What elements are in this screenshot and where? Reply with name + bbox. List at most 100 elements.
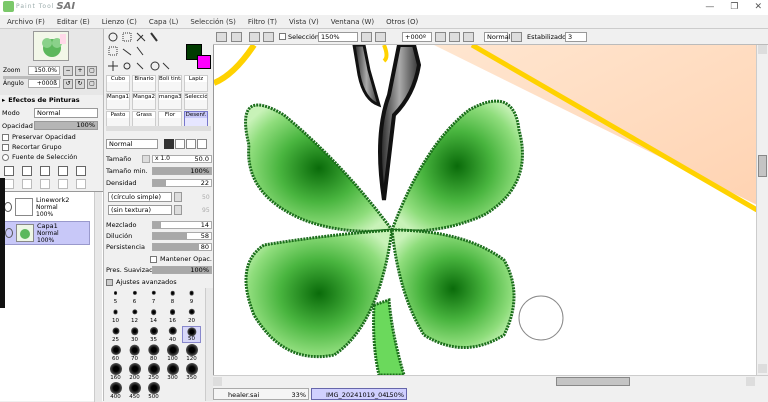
rotate-right-button[interactable]: ↻: [75, 79, 85, 89]
brush-size-preset[interactable]: 7: [144, 288, 163, 305]
clip-group-row[interactable]: Recortar Grupo: [2, 143, 62, 151]
invert-selection-button[interactable]: [263, 32, 274, 42]
undo-button[interactable]: [216, 32, 227, 42]
menu-seleccion[interactable]: Selección (S): [190, 18, 236, 26]
zoom-in-button[interactable]: +: [75, 66, 85, 76]
menu-ventana[interactable]: Ventana (W): [331, 18, 374, 26]
brush-size-preset[interactable]: 30: [125, 326, 144, 343]
document-tab-active[interactable]: IMG_20241019_04... 150%: [311, 388, 407, 400]
brush-presets-scrollbar[interactable]: [205, 288, 213, 401]
menu-vista[interactable]: Vista (V): [289, 18, 319, 26]
tool-grid-scrollbar[interactable]: [106, 126, 211, 131]
min-size-slider[interactable]: 100%: [152, 167, 212, 175]
canvas-vertical-scrollbar[interactable]: [756, 45, 768, 375]
menu-filtro[interactable]: Filtro (T): [248, 18, 277, 26]
flip-horizontal-button[interactable]: [463, 32, 474, 42]
tool-cubo[interactable]: Cubo: [106, 75, 130, 92]
layer-list-scrollbar[interactable]: [94, 192, 102, 402]
selection-source-row[interactable]: Fuente de Selección: [2, 153, 77, 161]
edge-hard-icon[interactable]: [164, 139, 174, 149]
layer-item[interactable]: Linework2 Normal 100%: [0, 195, 90, 219]
edge-medium-icon[interactable]: [175, 139, 185, 149]
drawing-canvas[interactable]: [213, 45, 756, 375]
document-tab[interactable]: healer.sai 33%: [213, 388, 309, 400]
rotate-cw-button[interactable]: [449, 32, 460, 42]
brush-size-preset[interactable]: 100: [163, 344, 182, 362]
brush-size-preset[interactable]: 9: [182, 288, 201, 305]
secondary-color-swatch[interactable]: [197, 55, 211, 69]
brush-size-preset[interactable]: 14: [144, 307, 163, 324]
tool-manga3[interactable]: manga3: [158, 93, 182, 110]
edge-soft-icon[interactable]: [186, 139, 196, 149]
brush-size-preset[interactable]: 40: [163, 326, 182, 343]
size-slider[interactable]: x 1.0 50.0: [152, 155, 212, 163]
fill-icon[interactable]: [76, 179, 86, 189]
selection-visibility-checkbox[interactable]: [279, 33, 286, 40]
angle-value[interactable]: +000ß: [28, 79, 60, 88]
visibility-eye-icon[interactable]: [5, 228, 13, 238]
tool-lapiz[interactable]: Lapiz: [184, 75, 208, 92]
navigator-thumbnail[interactable]: [33, 31, 69, 61]
mode-select[interactable]: Normal: [34, 108, 98, 118]
clear-layer-icon[interactable]: [76, 166, 86, 176]
minimize-icon[interactable]: —: [705, 2, 714, 12]
brush-shape-select[interactable]: (círculo simple): [108, 192, 172, 202]
deselect-button[interactable]: [249, 32, 260, 42]
scroll-down-arrow[interactable]: [758, 364, 767, 373]
merge-visible-icon[interactable]: [40, 179, 50, 189]
advanced-settings-checkbox[interactable]: [106, 278, 113, 286]
brush-size-preset[interactable]: 400: [106, 382, 125, 400]
brush-size-preset[interactable]: 80: [144, 344, 163, 362]
zoom-out-button[interactable]: −: [63, 66, 73, 76]
canvas-zoom-select[interactable]: 150%: [318, 32, 358, 42]
canvas-zoom-out-button[interactable]: [361, 32, 372, 42]
selection-tools-icons[interactable]: [107, 31, 177, 73]
canvas-zoom-in-button[interactable]: [375, 32, 386, 42]
brush-size-preset[interactable]: 6: [125, 288, 144, 305]
new-layer-icon[interactable]: [4, 166, 14, 176]
advanced-settings-row[interactable]: Ajustes avanzados: [106, 278, 177, 286]
brush-size-preset[interactable]: 10: [106, 307, 125, 324]
canvas-angle-select[interactable]: +000º: [402, 32, 432, 42]
brush-size-preset[interactable]: 70: [125, 344, 144, 362]
brush-size-preset[interactable]: 120: [182, 344, 201, 362]
tool-manga1[interactable]: Manga1: [106, 93, 130, 110]
texture-dropdown[interactable]: [174, 205, 182, 215]
brush-size-preset[interactable]: 35: [144, 326, 163, 343]
transfer-down-icon[interactable]: [4, 179, 14, 189]
tool-binario[interactable]: Binario: [132, 75, 156, 92]
zoom-reset-button[interactable]: ▢: [87, 66, 97, 76]
scroll-right-arrow[interactable]: [746, 377, 755, 386]
clear-selection-icon[interactable]: [58, 179, 68, 189]
menu-archivo[interactable]: Archivo (F): [7, 18, 45, 26]
stabilizer-select[interactable]: 3: [565, 32, 587, 42]
brush-size-preset[interactable]: 450: [125, 382, 144, 400]
rotate-ccw-button[interactable]: [435, 32, 446, 42]
dilution-slider[interactable]: 58: [152, 232, 212, 240]
keep-opacity-row[interactable]: Mantener Opac.: [150, 255, 212, 263]
menu-otros[interactable]: Otros (O): [386, 18, 418, 26]
menu-lienzo[interactable]: Lienzo (C): [102, 18, 137, 26]
layer-item-selected[interactable]: Capa1 Normal 100%: [0, 221, 90, 245]
brush-shape-dropdown[interactable]: [174, 192, 182, 202]
canvas-horizontal-scrollbar[interactable]: [213, 375, 768, 387]
brush-size-preset[interactable]: 25: [106, 326, 125, 343]
brush-size-preset[interactable]: 8: [163, 288, 182, 305]
brush-size-preset[interactable]: 160: [106, 363, 125, 381]
delete-layer-icon[interactable]: [58, 166, 68, 176]
density-slider[interactable]: 22: [152, 179, 212, 187]
menu-editar[interactable]: Editar (E): [57, 18, 90, 26]
new-linework-layer-icon[interactable]: [22, 166, 32, 176]
brush-size-preset[interactable]: 5: [106, 288, 125, 305]
rotate-left-button[interactable]: ↺: [63, 79, 73, 89]
new-folder-icon[interactable]: [40, 166, 50, 176]
smoothing-slider[interactable]: 100%: [152, 266, 212, 274]
brush-size-preset[interactable]: 50: [182, 326, 201, 343]
brush-size-preset[interactable]: 300: [163, 363, 182, 381]
scroll-left-arrow[interactable]: [213, 377, 222, 386]
brush-size-preset[interactable]: 500: [144, 382, 163, 400]
blend-slider[interactable]: 14: [152, 221, 212, 229]
brush-size-preset[interactable]: 250: [144, 363, 163, 381]
brush-size-preset[interactable]: 350: [182, 363, 201, 381]
brush-size-preset[interactable]: 200: [125, 363, 144, 381]
